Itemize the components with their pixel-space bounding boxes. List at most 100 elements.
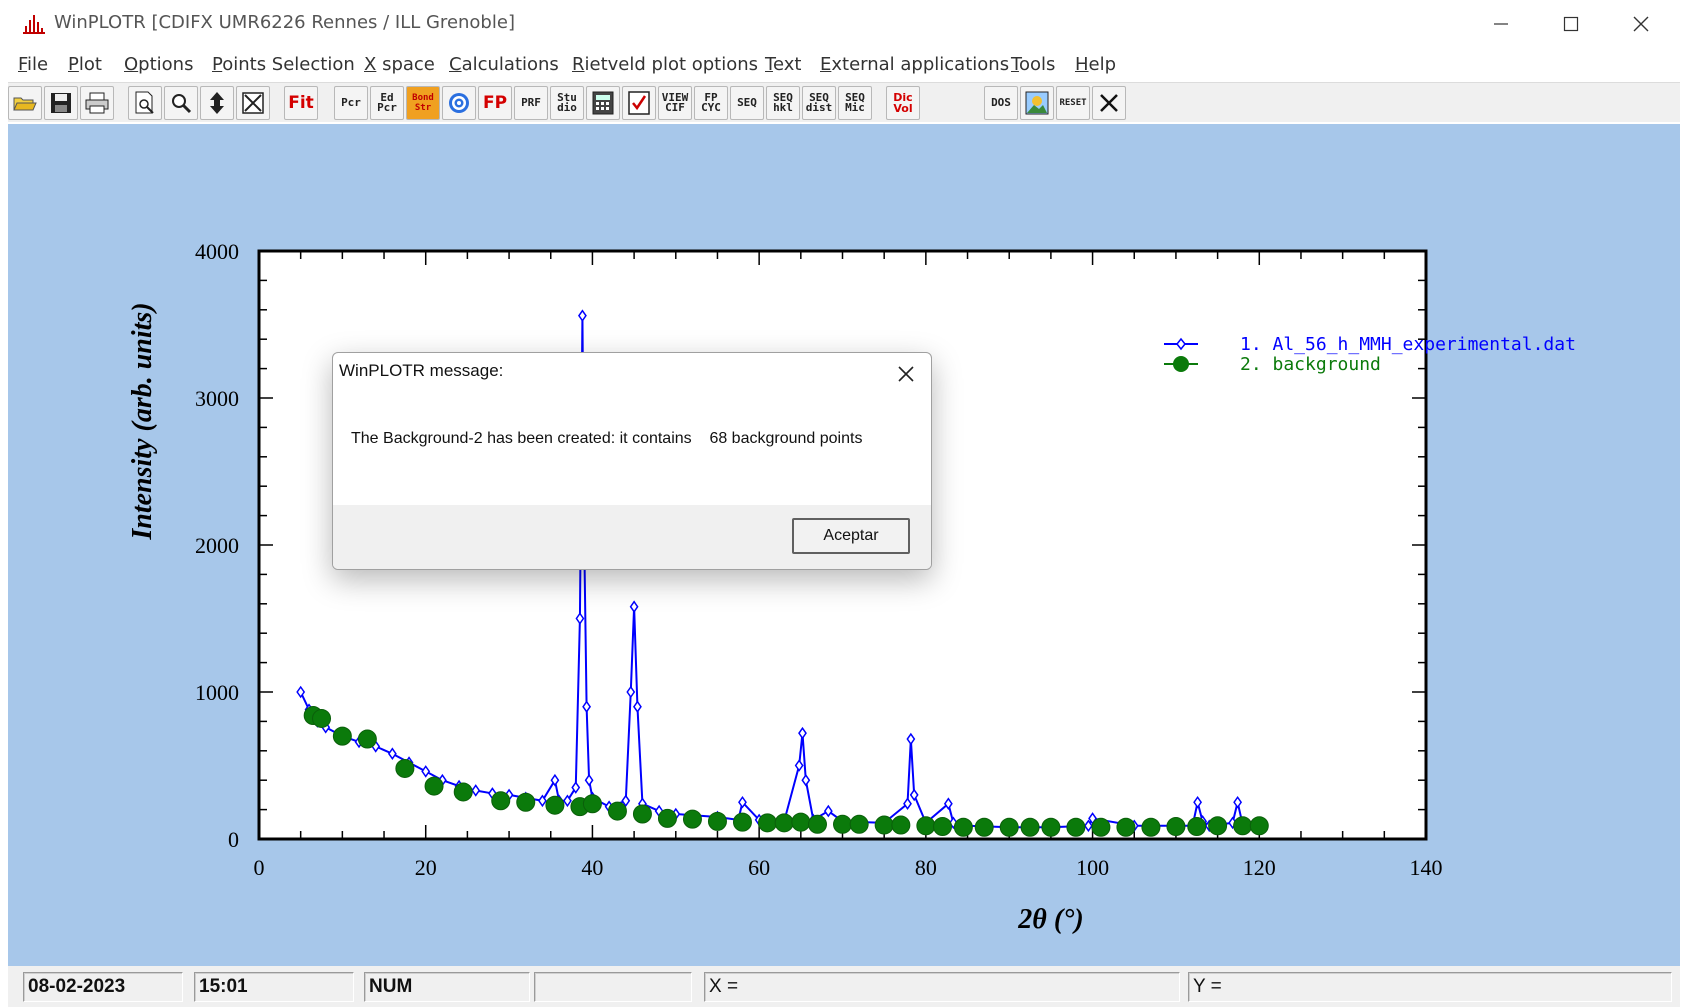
background-point <box>312 708 332 728</box>
print-button[interactable] <box>80 86 114 120</box>
zoom-button[interactable] <box>164 86 198 120</box>
fp-cyc-button[interactable]: FP CYC <box>694 86 728 120</box>
x-tick-label: 60 <box>748 855 770 880</box>
print-preview-icon <box>134 91 156 115</box>
seq-hkl-button[interactable]: SEQ hkl <box>766 86 800 120</box>
menu-mnemonic: E <box>820 54 832 75</box>
winplotr-logo-icon <box>23 15 45 34</box>
view-cif-button[interactable]: VIEW CIF <box>658 86 692 120</box>
save-button[interactable] <box>44 86 78 120</box>
image-button[interactable] <box>1020 86 1054 120</box>
dicvol-icon: Dic Vol <box>893 91 913 115</box>
menu-label-rest: lot <box>78 54 102 75</box>
background-point <box>916 816 936 836</box>
background-point <box>453 782 473 802</box>
target-button[interactable] <box>442 86 476 120</box>
menu-label-rest: ptions <box>138 54 194 75</box>
seq-button[interactable]: SEQ <box>730 86 764 120</box>
legend-label: 1. Al_56_h_MMH_experimental.dat <box>1240 334 1576 355</box>
status-empty <box>534 972 692 1002</box>
fp-cyc-icon: FP CYC <box>701 91 721 114</box>
ok-button[interactable]: Aceptar <box>792 518 910 554</box>
close-icon <box>1633 16 1649 32</box>
minimize-button[interactable] <box>1466 0 1536 48</box>
menu-text[interactable]: Text <box>765 54 801 75</box>
message-dialog: WinPLOTR message: The Background-2 has b… <box>332 352 932 570</box>
x-axis-label: 2θ (°) <box>1017 904 1083 935</box>
zoom-icon <box>170 92 192 114</box>
menu-mnemonic: T <box>1011 54 1019 75</box>
fit-window-icon <box>242 92 264 114</box>
prf-icon: PRF <box>521 96 541 109</box>
background-point <box>395 758 415 778</box>
checklist-button[interactable] <box>622 86 656 120</box>
y-tick-label: 3000 <box>195 386 239 411</box>
menu-calculations[interactable]: Calculations <box>449 54 559 75</box>
menu-mnemonic: X <box>364 54 377 75</box>
menu-bar: File Plot Options Points Selection X space Ca… <box>0 50 1686 80</box>
minimize-icon <box>1494 23 1508 25</box>
menu-tools[interactable]: Tools <box>1011 54 1055 75</box>
menu-help[interactable]: Help <box>1075 54 1116 75</box>
move-vertical-button[interactable] <box>200 86 234 120</box>
status-bar: 08-02-2023 15:01 NUM X = Y = <box>8 966 1680 1007</box>
background-point <box>933 817 953 837</box>
move-vertical-icon <box>206 91 228 115</box>
background-point <box>953 817 973 837</box>
y-axis-label: Intensity (arb. units) <box>127 302 158 540</box>
menu-points-selection[interactable]: Points Selection <box>212 54 355 75</box>
dos-icon: DOS <box>991 96 1011 109</box>
open-folder-button[interactable] <box>8 86 42 120</box>
fit-window-button[interactable] <box>236 86 270 120</box>
seq-mic-button[interactable]: SEQ Mic <box>838 86 872 120</box>
background-point <box>1208 816 1228 836</box>
menu-file[interactable]: File <box>18 54 48 75</box>
winplotr-window: WinPLOTR [CDIFX UMR6226 Rennes / ILL Gre… <box>0 0 1686 1007</box>
status-num: NUM <box>364 972 530 1002</box>
background-point <box>1141 817 1161 837</box>
x-tick-label: 0 <box>254 855 265 880</box>
status-y-coord: Y = <box>1188 972 1672 1002</box>
edit-pcr-button[interactable]: Ed Pcr <box>370 86 404 120</box>
menu-label-rest: space <box>376 54 435 75</box>
prf-button[interactable]: PRF <box>514 86 548 120</box>
background-point <box>357 729 377 749</box>
fp-button[interactable]: FP <box>478 86 512 120</box>
dicvol-button[interactable]: Dic Vol <box>886 86 920 120</box>
seq-mic-icon: SEQ Mic <box>845 91 865 114</box>
background-point <box>1116 817 1136 837</box>
toolbar: Fit Pcr Ed Pcr Bond Str FP PRF Stu dio VIEW CIF… <box>8 82 1680 122</box>
menu-options[interactable]: Options <box>124 54 193 75</box>
maximize-button[interactable] <box>1536 0 1606 48</box>
menu-label-rest: xternal applications <box>831 54 1010 75</box>
menu-external-applications[interactable]: External applications <box>820 54 1009 75</box>
seq-icon: SEQ <box>737 96 757 109</box>
dialog-close-button[interactable] <box>891 359 921 389</box>
menu-label-rest: oints Selection <box>222 54 355 75</box>
pcr-button[interactable]: Pcr <box>334 86 368 120</box>
print-preview-button[interactable] <box>128 86 162 120</box>
calculator-button[interactable] <box>586 86 620 120</box>
bond-str-icon: Bond Str <box>412 93 434 113</box>
background-point <box>516 792 536 812</box>
open-folder-icon <box>13 93 37 113</box>
status-x-coord: X = <box>704 972 1180 1002</box>
background-point <box>424 776 444 796</box>
menu-plot[interactable]: Plot <box>68 54 102 75</box>
studio-button[interactable]: Stu dio <box>550 86 584 120</box>
menu-label-rest: elp <box>1088 54 1117 75</box>
fit-button[interactable]: Fit <box>284 86 318 120</box>
seq-dist-button[interactable]: SEQ dist <box>802 86 836 120</box>
bond-str-button[interactable]: Bond Str <box>406 86 440 120</box>
close-window-button[interactable] <box>1606 0 1676 48</box>
dos-button[interactable]: DOS <box>984 86 1018 120</box>
x-tick-label: 40 <box>581 855 603 880</box>
dialog-message: The Background-2 has been created: it co… <box>351 430 863 447</box>
reset-button[interactable]: RESET <box>1056 86 1090 120</box>
background-point <box>1020 817 1040 837</box>
close-button[interactable] <box>1092 86 1126 120</box>
menu-label-rest: ext <box>772 54 802 75</box>
menu-rietveld-plot-options[interactable]: Rietveld plot options <box>572 54 758 75</box>
menu-x-space[interactable]: X space <box>364 54 435 75</box>
window-title: WinPLOTR [CDIFX UMR6226 Rennes / ILL Gre… <box>54 12 515 33</box>
